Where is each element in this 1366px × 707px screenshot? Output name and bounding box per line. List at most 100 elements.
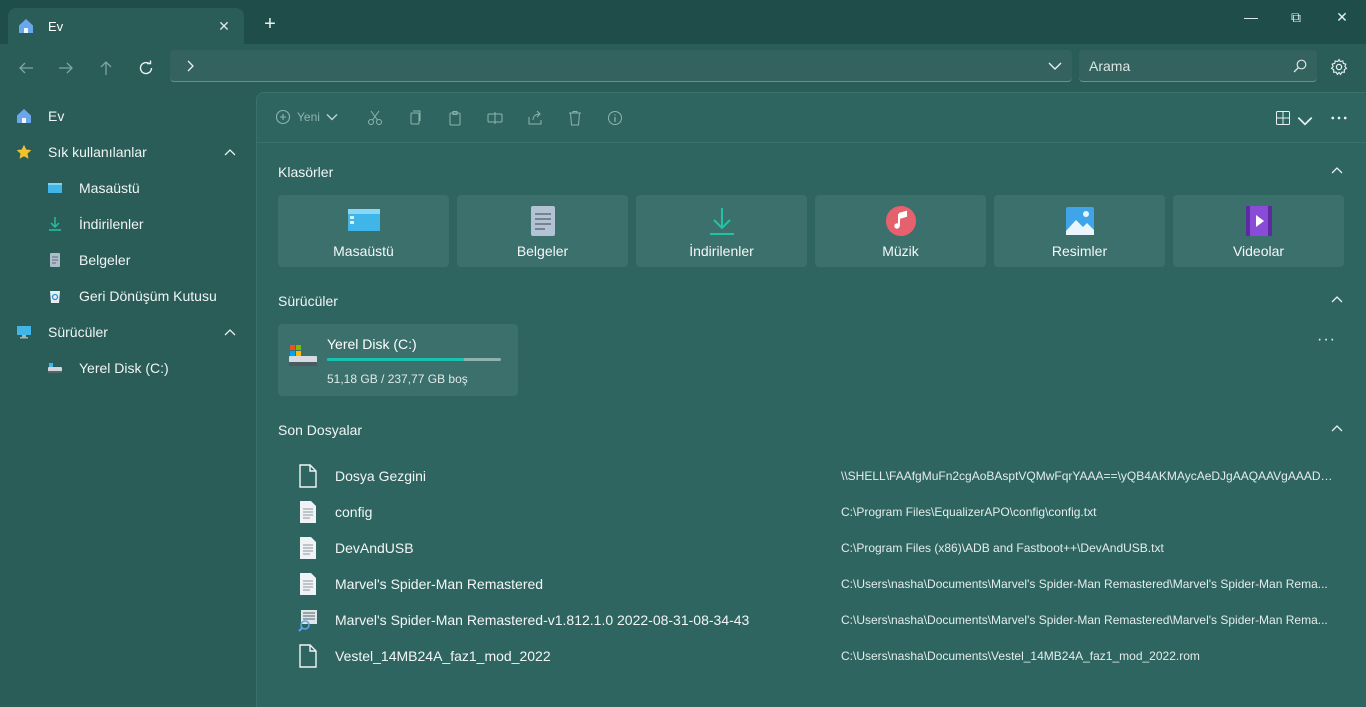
folder-card-pictures[interactable]: Resimler bbox=[994, 195, 1165, 267]
navigation-bar: Arama bbox=[0, 44, 1366, 92]
close-button[interactable]: ✕ bbox=[1320, 6, 1364, 28]
sidebar-item-drives[interactable]: Sürücüler bbox=[0, 314, 256, 350]
sidebar-item-desktop[interactable]: Masaüstü bbox=[0, 170, 256, 206]
up-button[interactable] bbox=[94, 56, 118, 80]
new-tab-button[interactable]: + bbox=[259, 14, 281, 34]
sidebar-item-label: Sık kullanılanlar bbox=[48, 144, 147, 160]
recent-file-path: \\SHELL\FAAfgMuFn2cgAoBAsptVQMwFqrYAAA==… bbox=[841, 469, 1333, 483]
chevron-up-icon[interactable] bbox=[1331, 424, 1343, 432]
recent-file-name: Vestel_14MB24A_faz1_mod_2022 bbox=[335, 648, 551, 664]
folder-label: İndirilenler bbox=[689, 243, 754, 259]
sidebar-item-label: Ev bbox=[48, 108, 65, 124]
sidebar-item-favorites[interactable]: Sık kullanılanlar bbox=[0, 134, 256, 170]
forward-button[interactable] bbox=[54, 56, 78, 80]
drive-icon bbox=[289, 345, 317, 366]
sidebar-item-recycle-bin[interactable]: Geri Dönüşüm Kutusu bbox=[0, 278, 256, 314]
sidebar-item-label: Belgeler bbox=[79, 252, 131, 268]
recent-file-row[interactable]: Dosya Gezgini \\SHELL\FAAfgMuFn2cgAoBAspt… bbox=[278, 458, 1348, 494]
chevron-up-icon[interactable] bbox=[224, 328, 236, 336]
folder-label: Resimler bbox=[1051, 243, 1108, 259]
sidebar-item-label: Geri Dönüşüm Kutusu bbox=[79, 288, 217, 304]
chevron-down-icon bbox=[326, 114, 338, 121]
folder-card-music[interactable]: Müzik bbox=[815, 195, 986, 267]
sidebar-item-local-disk[interactable]: Yerel Disk (C:) bbox=[0, 350, 256, 386]
recent-file-row[interactable]: Vestel_14MB24A_faz1_mod_2022 C:\Users\nas… bbox=[278, 638, 1348, 674]
folder-card-videos[interactable]: Videolar bbox=[1173, 195, 1344, 267]
chevron-down-icon[interactable] bbox=[1297, 113, 1313, 129]
paste-icon[interactable] bbox=[447, 110, 463, 126]
address-bar[interactable] bbox=[170, 50, 1072, 82]
folder-label: Masaüstü bbox=[333, 243, 394, 259]
section-title-drives: Sürücüler bbox=[278, 293, 338, 309]
drive-usage-bar bbox=[327, 358, 501, 361]
recent-file-name: config bbox=[335, 504, 373, 520]
more-options-icon[interactable] bbox=[1331, 110, 1347, 126]
chevron-up-icon[interactable] bbox=[1331, 166, 1343, 174]
layout-icon[interactable] bbox=[1275, 110, 1291, 126]
maximize-button[interactable]: ⧉ bbox=[1274, 6, 1318, 28]
recent-file-row[interactable]: Marvel's Spider-Man Remastered-v1.812.1.… bbox=[278, 602, 1348, 638]
drive-name: Yerel Disk (C:) bbox=[327, 336, 417, 352]
new-button[interactable]: Yeni bbox=[275, 109, 338, 125]
search-box[interactable]: Arama bbox=[1079, 50, 1317, 82]
tab-home[interactable]: Ev ✕ bbox=[8, 8, 244, 44]
folder-card-desktop[interactable]: Masaüstü bbox=[278, 195, 449, 267]
text-file-icon bbox=[298, 500, 318, 524]
videos-icon bbox=[1246, 206, 1272, 236]
search-input[interactable]: Arama bbox=[1089, 58, 1130, 74]
chevron-up-icon[interactable] bbox=[224, 148, 236, 156]
tab-label: Ev bbox=[48, 18, 64, 34]
tab-close-button[interactable]: ✕ bbox=[214, 18, 234, 35]
folder-card-downloads[interactable]: İndirilenler bbox=[636, 195, 807, 267]
sidebar-item-label: Masaüstü bbox=[79, 180, 140, 196]
copy-icon[interactable] bbox=[407, 110, 423, 126]
share-icon[interactable] bbox=[527, 110, 543, 126]
info-icon[interactable] bbox=[607, 110, 623, 126]
chevron-down-icon[interactable] bbox=[1048, 60, 1062, 72]
file-icon bbox=[298, 464, 318, 488]
forward-arrow-icon bbox=[59, 62, 73, 74]
chevron-up-icon[interactable] bbox=[1331, 295, 1343, 303]
main-content: Yeni Klasörler Masaüstü Belgeler İndiril… bbox=[256, 92, 1366, 707]
sidebar-item-label: Sürücüler bbox=[48, 324, 108, 340]
recent-file-path: C:\Program Files (x86)\ADB and Fastboot+… bbox=[841, 541, 1164, 555]
refresh-button[interactable] bbox=[134, 56, 158, 80]
recent-file-row[interactable]: Marvel's Spider-Man Remastered C:\Users\n… bbox=[278, 566, 1348, 602]
recent-file-path: C:\Users\nasha\Documents\Marvel's Spider… bbox=[841, 613, 1328, 627]
cut-icon[interactable] bbox=[367, 110, 383, 126]
desktop-icon bbox=[48, 183, 62, 193]
recent-file-name: Marvel's Spider-Man Remastered bbox=[335, 576, 544, 592]
gear-icon[interactable] bbox=[1330, 58, 1348, 76]
back-button[interactable] bbox=[14, 56, 38, 80]
recent-file-name: DevAndUSB bbox=[335, 540, 414, 556]
drive-free-space: 51,18 GB / 237,77 GB boş bbox=[327, 372, 468, 386]
section-title-folders: Klasörler bbox=[278, 164, 334, 180]
sidebar-item-documents[interactable]: Belgeler bbox=[0, 242, 256, 278]
sidebar-item-label: Yerel Disk (C:) bbox=[79, 360, 169, 376]
drive-usage-fill bbox=[327, 358, 464, 361]
section-title-recent: Son Dosyalar bbox=[278, 422, 363, 438]
music-icon bbox=[886, 206, 916, 236]
star-icon bbox=[16, 144, 32, 159]
recent-file-row[interactable]: config C:\Program Files\EqualizerAPO\conf… bbox=[278, 494, 1348, 530]
recent-file-path: C:\Program Files\EqualizerAPO\config\con… bbox=[841, 505, 1097, 519]
recent-file-row[interactable]: DevAndUSB C:\Program Files (x86)\ADB and … bbox=[278, 530, 1348, 566]
folder-label: Müzik bbox=[882, 243, 919, 259]
sidebar: Ev Sık kullanılanlar Masaüstü İndirilenl… bbox=[0, 92, 256, 707]
home-icon bbox=[17, 109, 31, 123]
pictures-icon bbox=[1066, 207, 1094, 235]
search-icon[interactable] bbox=[1293, 59, 1307, 73]
download-icon bbox=[49, 217, 61, 231]
minimize-button[interactable]: — bbox=[1229, 6, 1273, 28]
rename-icon[interactable] bbox=[487, 110, 503, 126]
sidebar-item-home[interactable]: Ev bbox=[0, 98, 256, 134]
folder-card-documents[interactable]: Belgeler bbox=[457, 195, 628, 267]
folder-label: Belgeler bbox=[516, 243, 569, 259]
drive-more-button[interactable]: ··· bbox=[1317, 331, 1336, 349]
home-icon bbox=[19, 19, 33, 33]
delete-icon[interactable] bbox=[567, 110, 583, 126]
computer-icon bbox=[17, 326, 31, 339]
sidebar-item-downloads[interactable]: İndirilenler bbox=[0, 206, 256, 242]
drive-card-local-disk[interactable]: Yerel Disk (C:) 51,18 GB / 237,77 GB boş bbox=[278, 324, 518, 396]
drive-icon bbox=[48, 363, 62, 373]
